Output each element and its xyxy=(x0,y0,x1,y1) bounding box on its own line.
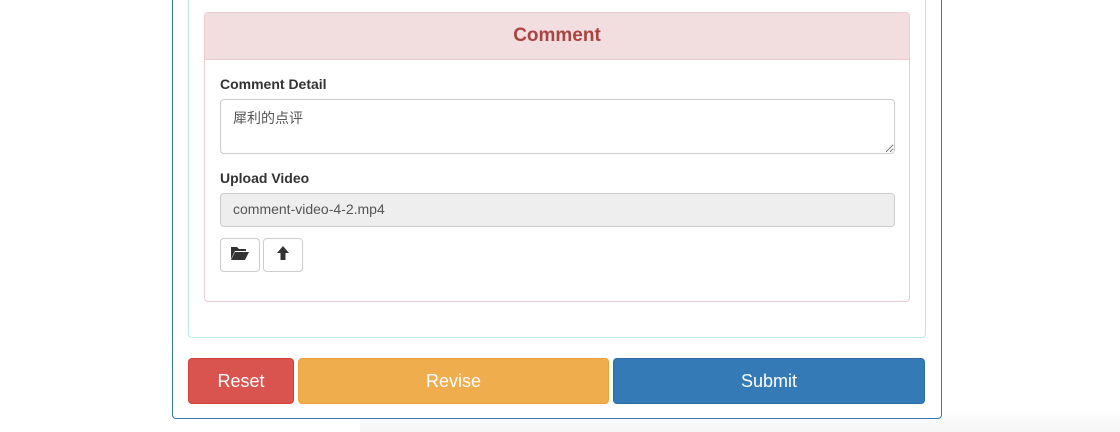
comment-panel-title: Comment xyxy=(205,13,909,60)
comment-detail-label: Comment Detail xyxy=(220,76,327,92)
upload-video-label: Upload Video xyxy=(220,170,310,186)
submit-button[interactable]: Submit xyxy=(613,358,925,404)
upload-file-button[interactable] xyxy=(263,238,303,272)
browse-file-button[interactable] xyxy=(220,238,260,272)
comment-panel: Comment Comment Detail 犀利的点评 Upload Vide… xyxy=(204,12,910,302)
uploaded-file-field: comment-video-4-2.mp4 xyxy=(220,193,895,227)
arrow-up-icon xyxy=(276,245,290,266)
revise-button[interactable]: Revise xyxy=(298,358,609,404)
folder-open-icon xyxy=(230,245,250,266)
reset-button[interactable]: Reset xyxy=(188,358,294,404)
comment-detail-textarea[interactable]: 犀利的点评 xyxy=(220,99,895,154)
